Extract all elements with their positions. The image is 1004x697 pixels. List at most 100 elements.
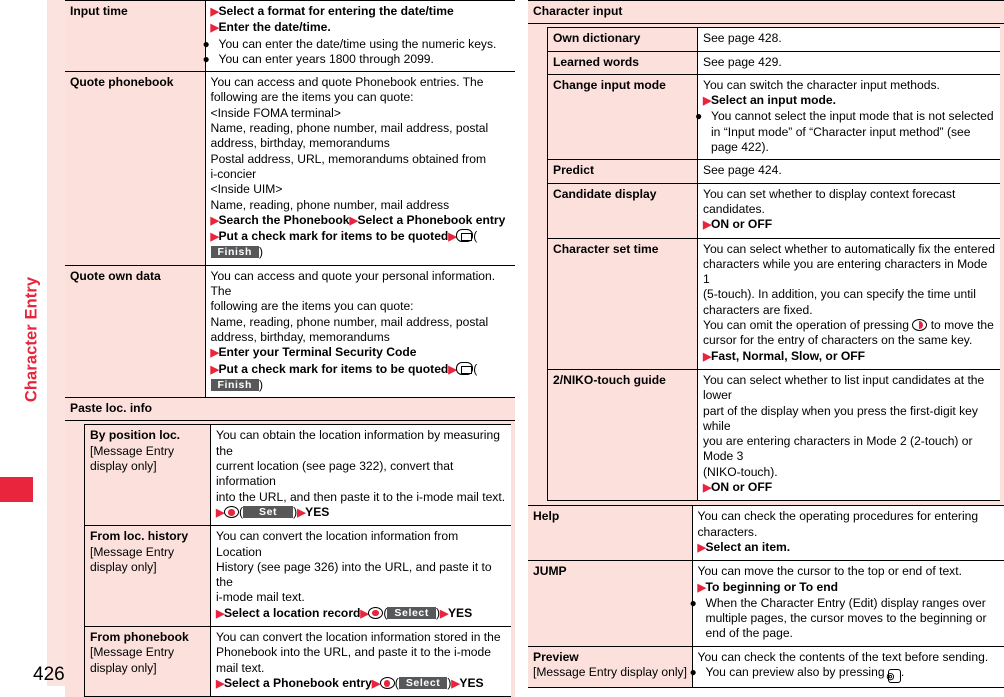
body-line: i-mode mail text. [216,590,305,605]
row-key-label: Quote phonebook [70,75,174,90]
row-value-cell: ▶Select a format for entering the date/t… [203,0,515,73]
body-line: You can move the cursor to the top or en… [697,564,962,579]
operation-step: ▶Enter your Terminal Security Code [210,345,417,360]
red-triangle-icon: ▶ [297,506,306,519]
body-line: See page 428. [703,31,782,46]
table-row: Preview [Message Entry display only] You c… [528,645,1004,688]
operation-step: ▶To beginning or To end [697,579,839,594]
body-line: You can omit the operation of pressing t… [703,318,994,333]
body-line: You can switch the character input metho… [703,77,940,92]
note-line: ● You can preview also by pressing ◎. [689,664,905,683]
body-line: (NIKO-touch). [703,464,778,479]
table-row: Own dictionary See page 428. [547,27,1000,52]
row-value-cell: You can select whether to automatically … [697,237,1000,370]
row-key-cell: Change input mode [547,73,698,161]
row-key-cell: By position loc. [Message Entry display on… [84,424,211,527]
row-key-label: Own dictionary [553,31,641,46]
table-row: Learned words See page 429. [547,50,1000,75]
operation-step: ▶Put a check mark for items to be quoted… [210,229,478,260]
note-line: ● You cannot select the input mode that i… [695,109,994,155]
operation-step: ▶Select an input mode. [703,93,836,108]
red-triangle-icon: ▶ [703,95,711,108]
nested-table-row: By position loc. [Message Entry display on… [65,420,515,697]
body-line: You can access and quote Phonebook entri… [210,75,484,90]
row-key-cell: Character set time [547,237,698,370]
row-value-cell: You can check the operating procedures f… [692,505,1004,562]
body-line: Name, reading, phone number, mail addres… [210,121,489,136]
right-column: Character input Own dictionary See page 42… [528,0,1004,697]
table-row: 2/NIKO-touch guide You can select whether… [547,368,1000,502]
body-line: cursor for the entry of characters on th… [703,333,973,348]
body-line: <Inside UIM> [210,182,283,197]
center-key-icon [368,606,384,619]
row-value-cell: See page 428. [697,27,1000,52]
body-line: address, birthday, memorandums [210,329,390,344]
body-line: Postal address, URL, memorandums obtaine… [210,151,487,166]
row-value-cell: You can set whether to display context f… [697,182,1000,239]
body-line: part of the display when you press the f… [703,403,978,433]
section-title: Paste loc. info [65,397,515,422]
row-key-cell: Own dictionary [547,27,698,52]
row-key-subnote: display only] [90,459,157,474]
red-triangle-icon: ▶ [216,506,224,519]
softkey-label: Select [387,606,436,619]
row-key-subnote: display only] [90,559,157,574]
body-line: following are the items you can quote: [210,299,414,314]
table-row: Input time ▶Select a format for entering … [65,0,515,73]
mail-key-icon [456,229,474,243]
sub-spec-table: Own dictionary See page 428. Learned words… [547,27,1000,502]
row-value-cell: You can convert the location information… [210,625,511,697]
body-line: You can set whether to display context f… [703,186,956,216]
row-key-label: By position loc. [90,428,181,443]
operation-step: ▶Select a format for entering the date/t… [210,4,454,18]
table-row: JUMP You can move the cursor to the top o… [528,560,1004,647]
table-row: Quote own data You can access and quote y… [65,264,515,399]
body-line: You can select whether to list input can… [703,372,985,403]
body-line: characters are fixed. [703,302,813,317]
row-key-label: Change input mode [553,77,666,92]
row-key-cell: Help [528,505,693,562]
row-value-cell: You can obtain the location information … [210,424,511,527]
operation-step: ▶ON or OFF [703,480,773,495]
row-key-label: Learned words [553,54,640,69]
body-line: You can obtain the location information … [216,428,500,458]
nested-table-row: Own dictionary See page 428. Learned words… [528,23,1004,506]
body-line: See page 424. [703,163,782,178]
section-title: Character input [528,0,1004,25]
row-key-cell: From phonebook [Message Entry display only… [84,625,211,697]
row-key-label: Predict [553,163,594,178]
red-triangle-icon: ▶ [360,607,369,620]
body-line: characters while you are entering charac… [703,256,988,287]
row-key-subnote: display only] [90,660,157,675]
body-line: i-concier [210,166,257,181]
table-row: From loc. history [Message Entry display o… [84,525,511,627]
body-line: You can check the operating procedures f… [697,509,979,524]
red-triangle-icon: ▶ [703,219,711,232]
row-key-cell: Predict [547,159,698,184]
row-key-cell: JUMP [528,560,693,647]
softkey-label: Set [243,505,294,518]
row-key-label: Character set time [553,241,659,256]
row-key-cell: Learned words [547,50,698,75]
table-row: Help You can check the operating procedur… [528,505,1004,562]
manual-page: Character Entry 426 Input time ▶Select a … [0,0,1004,697]
operation-step: ▶Put a check mark for items to be quoted… [210,361,478,392]
operation-step: ▶(Set)▶YES [216,504,330,519]
section-header-row: Paste loc. info [65,397,515,422]
row-value-cell: You can convert the location information… [210,525,511,627]
body-line: address, birthday, memorandums [210,136,390,151]
row-value-cell: You can access and quote Phonebook entri… [205,71,515,266]
center-key-icon [223,505,239,518]
red-triangle-icon: ▶ [448,231,457,244]
section-header-row: Character input [528,0,1004,25]
body-line: You can convert the location information… [216,529,459,559]
operation-step: ▶Select a Phonebook entry▶(Select)▶YES [216,675,484,690]
row-key-subnote: [Message Entry display only] [533,664,687,679]
operation-step: ▶Fast, Normal, Slow, or OFF [703,348,866,363]
row-key-label: Preview [533,649,579,664]
page-number: 426 [33,664,65,685]
red-triangle-icon: ▶ [371,677,380,690]
body-line: History (see page 326) into the URL, and… [216,559,492,590]
operation-step: ▶ON or OFF [703,217,773,232]
chapter-tab: Character Entry [0,0,65,697]
